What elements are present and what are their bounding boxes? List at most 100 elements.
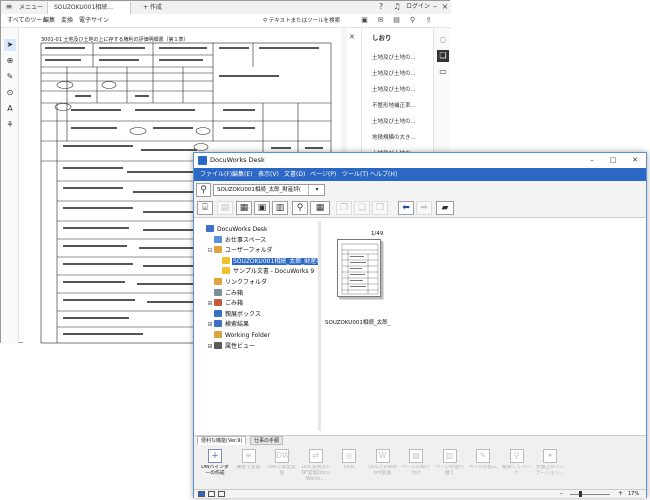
tree-item[interactable]: Working Folder — [206, 331, 271, 341]
tree-item[interactable]: ⊞ ごみ箱 — [206, 299, 244, 309]
tree-item[interactable]: ごみ箱 — [206, 288, 244, 299]
share-icon[interactable]: ⇪ — [423, 15, 434, 26]
function-button[interactable]: ✎ ページの加工 — [468, 449, 498, 483]
menu-convert[interactable]: 変換 — [61, 14, 73, 28]
tree-item[interactable]: ⊞ 属性ビュー — [206, 341, 256, 352]
bookmark-item[interactable]: 土地及び土地の... — [372, 69, 432, 77]
minimize-icon[interactable]: – — [431, 1, 439, 13]
bookmark-item[interactable]: 土地及び土地の... — [372, 117, 432, 125]
close-icon[interactable]: × — [441, 1, 449, 13]
function-button[interactable]: ≡ 属性で変換 — [234, 449, 264, 483]
zoom-out-icon[interactable]: – — [560, 490, 563, 498]
lasso-icon[interactable]: ⊙ — [4, 87, 16, 99]
search-doc-icon[interactable]: ⚲ — [407, 15, 418, 26]
menu-edit[interactable]: 編集 — [43, 14, 55, 28]
back-arrow-icon[interactable]: ⬅ — [398, 201, 414, 215]
expander-icon[interactable]: ⊞ — [206, 342, 214, 352]
document-icon[interactable]: ▥ — [272, 201, 288, 215]
folder-open-icon[interactable]: ▰ — [436, 201, 454, 215]
function-button[interactable]: W DOCとDWWord変換 — [368, 449, 398, 483]
select-arrow-icon[interactable]: ➤ — [4, 39, 16, 51]
function-button[interactable]: ＋ DWバインダーの作成 — [200, 449, 230, 483]
zoom-slider-handle[interactable] — [579, 491, 582, 497]
tab-menu[interactable]: メニュー — [13, 2, 43, 14]
pages-icon[interactable]: ▣ — [254, 201, 270, 215]
menu-page[interactable]: ページ(P) — [310, 168, 336, 181]
close-icon[interactable]: ✕ — [627, 153, 643, 168]
help-icon[interactable]: ? — [375, 1, 387, 13]
binder-icon[interactable]: ▦ — [236, 201, 252, 215]
menu-esign[interactable]: 電子サイン — [79, 14, 109, 28]
menu-view[interactable]: 表示(V) — [258, 168, 279, 181]
attach-icon[interactable]: ❒ — [372, 201, 388, 215]
bookmark-item[interactable]: 土地及び土地の... — [372, 53, 432, 61]
tree-item[interactable]: 親展ボックス — [206, 309, 262, 320]
bell-icon[interactable]: ♫ — [391, 1, 403, 13]
find-icon[interactable]: ⚲ — [292, 201, 308, 215]
zoom-icon[interactable]: ⊕ — [4, 55, 16, 67]
comment-icon[interactable]: ◌ — [437, 34, 449, 46]
view-detail-icon[interactable] — [218, 491, 225, 497]
grid-view-icon[interactable]: ▦ — [310, 201, 330, 215]
expander-icon[interactable]: ⊟ — [206, 246, 214, 256]
minimize-icon[interactable]: – — [584, 153, 600, 168]
search-icon[interactable]: ⚲ — [196, 183, 211, 197]
paste-icon[interactable]: ❏ — [354, 201, 370, 215]
text-icon[interactable]: A — [4, 103, 16, 115]
function-icon: ＋ — [208, 449, 222, 463]
forward-arrow-icon[interactable]: ➡ — [416, 201, 432, 215]
expander-icon[interactable]: ⊞ — [206, 320, 214, 330]
document-thumbnail[interactable] — [337, 239, 381, 297]
bookmark-item[interactable]: 土地及び土地の... — [372, 85, 432, 93]
function-button[interactable]: DW DWで高位変換 — [267, 449, 297, 483]
mail-icon[interactable]: ✉ — [375, 15, 386, 26]
thumbnail-label[interactable]: SOUZOKU001相続_太郎_ — [325, 318, 405, 326]
tool-search[interactable]: ⚲ テキストまたはツールを検索 — [263, 16, 340, 27]
zoom-in-icon[interactable]: + — [618, 490, 623, 498]
tool-search-label: テキストまたはツールを検索 — [268, 18, 341, 24]
login-link[interactable]: ログイン — [406, 1, 430, 13]
bookmark-icon[interactable]: ❏ — [437, 50, 449, 62]
print-icon[interactable]: ▤ — [217, 201, 233, 215]
tree-item[interactable]: サンプル文書 - DocuWorks 9 — [214, 267, 315, 277]
tree-item[interactable]: DocuWorks Desk — [198, 225, 269, 235]
maximize-icon[interactable]: □ — [605, 153, 621, 168]
bookmark-item[interactable]: 不整形地補正率... — [372, 101, 432, 109]
function-button[interactable]: ▥ ページの並べ替え — [435, 449, 465, 483]
scan-icon[interactable]: ⌸ — [197, 201, 213, 215]
tab-create[interactable]: + 作成 — [137, 2, 171, 14]
menu-document[interactable]: 文書(D) — [284, 168, 305, 181]
function-button[interactable]: ✦ 文書上のアノテーション... — [535, 449, 565, 483]
chevron-down-icon[interactable]: ▾ — [308, 185, 325, 195]
pen-icon[interactable]: ✎ — [4, 71, 16, 83]
view-list-icon[interactable] — [208, 491, 215, 497]
zoom-slider[interactable] — [570, 494, 610, 495]
tree-item[interactable]: ⊟ ユーザーフォルダ — [206, 246, 274, 256]
tab-document[interactable]: SOUZOKU001相続... — [47, 2, 131, 14]
function-icon: W — [375, 449, 390, 463]
stamp-icon[interactable]: ⚘ — [4, 119, 16, 131]
tree-item-label: DocuWorks Desk — [217, 226, 268, 233]
tree-item[interactable]: お仕事スペース — [206, 235, 267, 246]
tree-item[interactable]: リンクフォルダ — [206, 278, 268, 288]
dw-titlebar: DocuWorks Desk – □ ✕ — [194, 153, 646, 168]
bookmark-item[interactable]: 地積規模の大き... — [372, 133, 432, 141]
pages-icon[interactable]: ▭ — [437, 66, 449, 78]
function-button-label: ページの取り付け — [401, 465, 431, 476]
menu-edit[interactable]: 編集(E) — [232, 168, 252, 181]
view-mode-icon[interactable] — [198, 491, 205, 497]
menu-file[interactable]: ファイル(F) — [200, 168, 232, 181]
tree-item[interactable]: SOUZOKU001相続_太郎_財産評価K — [214, 256, 334, 267]
menu-tools[interactable]: ツール(T) — [342, 168, 368, 181]
print-icon[interactable]: ▤ — [391, 15, 402, 26]
function-button[interactable]: ▤ ページの取り付け — [401, 449, 431, 483]
function-button[interactable]: ◎ OCR — [334, 449, 364, 483]
tool-icon-1[interactable]: ▣ — [359, 15, 370, 26]
tree-item[interactable]: ⊞ 検索結果 — [206, 320, 250, 330]
close-panel-icon[interactable]: ✕ — [349, 33, 355, 41]
expander-icon[interactable]: ⊞ — [206, 299, 214, 309]
function-button[interactable]: ⚲ 検索してマーク — [502, 449, 532, 483]
function-button[interactable]: ⇄ DOC形式をPDF変換DocuWorks... — [301, 449, 331, 483]
menu-help[interactable]: ヘルプ(H) — [370, 168, 397, 181]
copy-icon[interactable]: ❐ — [336, 201, 352, 215]
